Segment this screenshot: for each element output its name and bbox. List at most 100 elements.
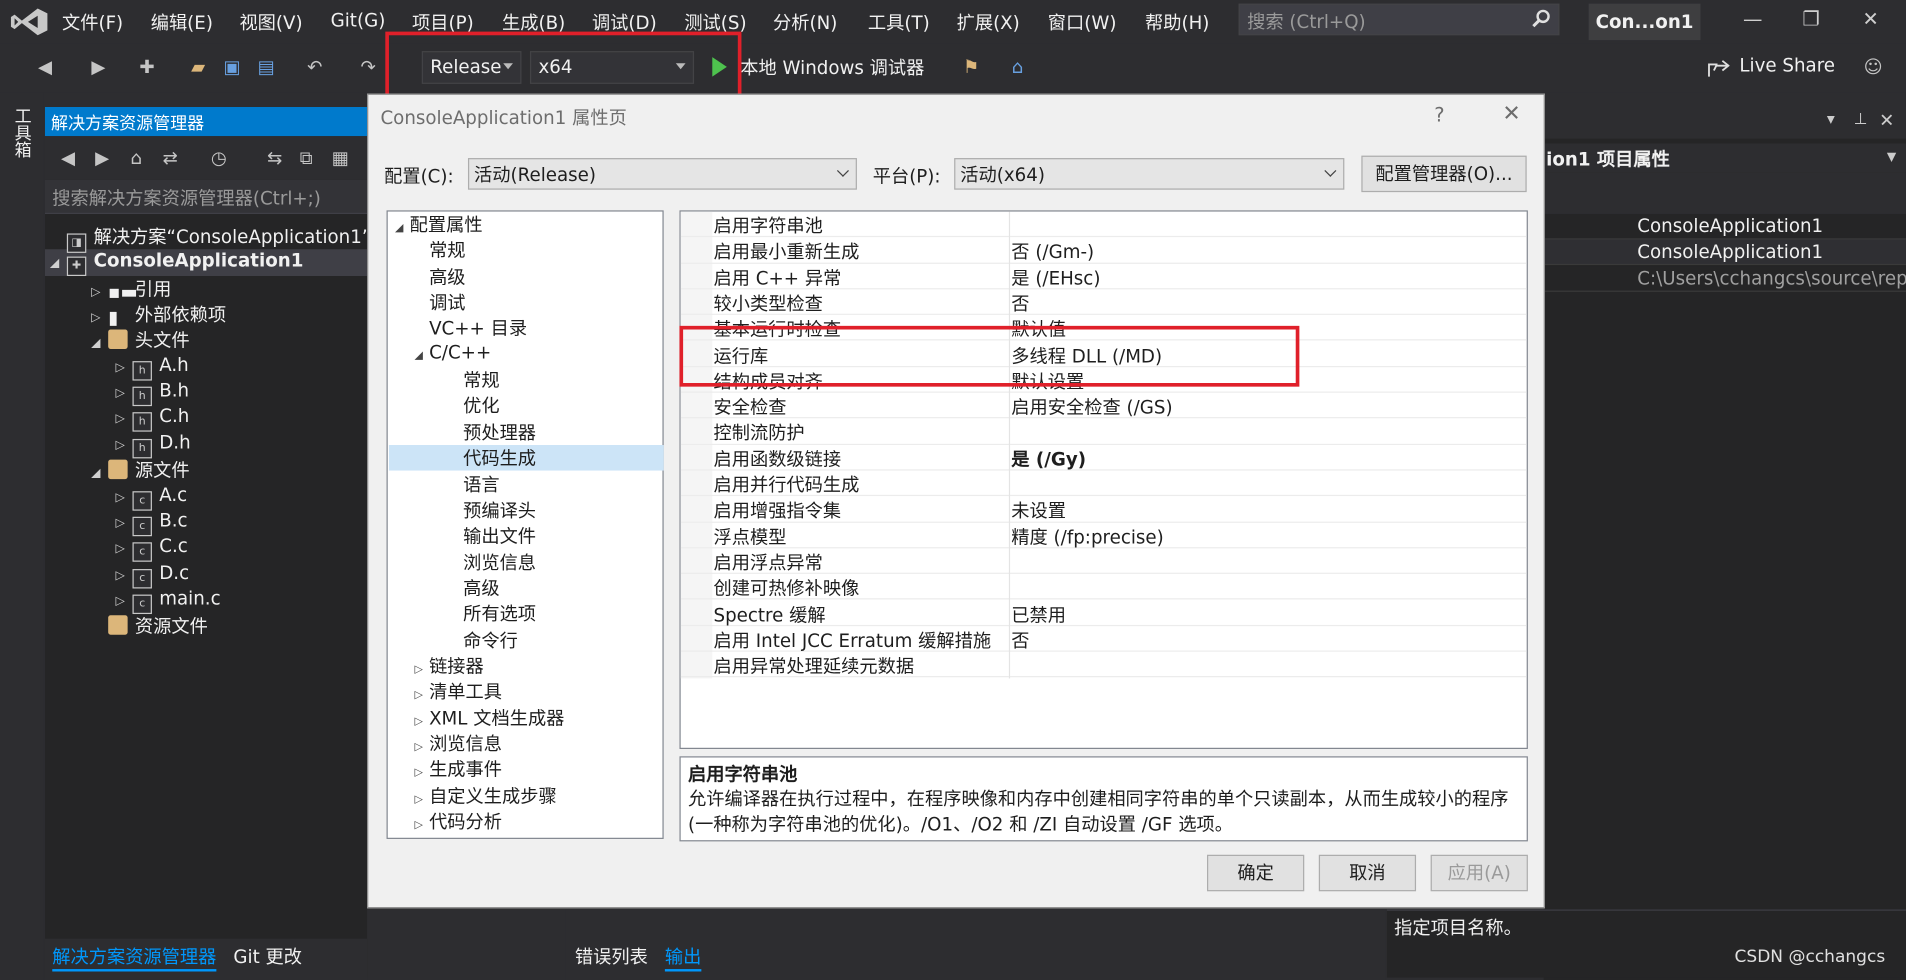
tree-item[interactable]: ▷ h B.h — [115, 379, 189, 407]
expand-chevron-icon[interactable]: ▷ — [115, 413, 132, 426]
solution-search-input[interactable]: 搜索解决方案资源管理器(Ctrl+;) — [44, 179, 368, 214]
property-value[interactable]: 否 (/Gm-) — [1011, 239, 1094, 265]
menu-item[interactable]: Git(G) — [331, 10, 386, 32]
category-item[interactable]: 所有选项 — [449, 601, 536, 627]
tree-item[interactable]: ▷ ▪▬引用 — [91, 276, 171, 302]
category-item[interactable]: ▷ 链接器 — [414, 653, 483, 679]
category-item[interactable]: ▷ 浏览信息 — [414, 731, 502, 757]
expand-chevron-icon[interactable]: ▷ — [414, 716, 429, 728]
category-item[interactable]: 命令行 — [449, 627, 518, 653]
pending-changes-filter-icon[interactable]: ◷ — [208, 147, 230, 169]
feedback-person-icon[interactable]: ☺ — [1862, 56, 1884, 78]
undo-icon[interactable]: ↶ — [304, 56, 326, 78]
category-item[interactable]: 常规 — [414, 238, 465, 264]
switch-views-icon[interactable]: ⇄ — [159, 147, 181, 169]
property-grid-row[interactable]: 浮点模型 精度 (/fp:precise) — [680, 522, 1527, 550]
expand-chevron-icon[interactable]: ▷ — [115, 387, 132, 400]
save-icon[interactable]: ▣ — [221, 56, 243, 78]
start-debugging-button[interactable]: 本地 Windows 调试器 — [740, 55, 924, 81]
navigate-back-icon[interactable]: ◀ — [34, 56, 56, 78]
property-value[interactable]: 是 (/Gy) — [1011, 446, 1086, 472]
property-value[interactable]: 精度 (/fp:precise) — [1011, 524, 1163, 550]
category-item[interactable]: VC++ 目录 — [414, 315, 527, 341]
property-value[interactable]: 否 — [1011, 627, 1029, 653]
category-item[interactable]: 预处理器 — [449, 419, 536, 445]
sync-icon[interactable]: ⇆ — [264, 147, 286, 169]
tree-item[interactable]: ◨ 解决方案“ConsoleApplication1”( — [50, 224, 378, 253]
tree-item[interactable]: ◢ ✚ ConsoleApplication1 — [50, 250, 304, 277]
tree-item[interactable]: ▷ h D.h — [115, 431, 191, 459]
cancel-button[interactable]: 取消 — [1318, 854, 1417, 892]
tree-item[interactable]: ▷ ▮ 外部依赖项 — [91, 302, 226, 328]
category-item[interactable]: ▷ 清单工具 — [414, 679, 502, 705]
property-grid-row[interactable]: 启用函数级链接 是 (/Gy) — [680, 445, 1527, 472]
expand-chevron-icon[interactable]: ◢ — [395, 223, 410, 235]
expand-chevron-icon[interactable]: ▷ — [91, 285, 108, 298]
property-grid-row[interactable]: 启用字符串池 — [680, 212, 1527, 238]
visual-studio-logo-icon[interactable] — [10, 7, 49, 36]
tab-solution-explorer[interactable]: 解决方案资源管理器 — [52, 944, 217, 972]
menu-item[interactable]: 扩展(X) — [957, 10, 1020, 36]
expand-chevron-icon[interactable]: ◢ — [50, 257, 67, 270]
solution-explorer-title[interactable]: 解决方案资源管理器 — [44, 106, 368, 137]
property-grid-row[interactable]: 创建可热修补映像 — [680, 574, 1527, 601]
property-grid-row[interactable]: 控制流防护 — [680, 419, 1527, 445]
apply-button[interactable]: 应用(A) — [1430, 854, 1528, 892]
expand-chevron-icon[interactable]: ▷ — [414, 742, 429, 754]
menu-item[interactable]: 工具(T) — [868, 10, 930, 36]
category-item[interactable]: 常规 — [449, 367, 499, 393]
close-window-icon[interactable]: ✕ — [1856, 7, 1885, 31]
expand-chevron-icon[interactable]: ▷ — [115, 594, 132, 607]
pin-dropdown-icon[interactable]: ▾ — [1827, 111, 1835, 129]
tree-item[interactable]: ◢ 头文件 — [91, 328, 190, 354]
expand-chevron-icon[interactable]: ▷ — [414, 664, 429, 676]
category-item[interactable]: 优化 — [449, 393, 499, 419]
expand-chevron-icon[interactable]: ▷ — [414, 794, 429, 806]
tree-item[interactable]: ▷ h C.h — [115, 405, 189, 433]
search-box[interactable]: 搜索 (Ctrl+Q) — [1238, 3, 1560, 36]
expand-chevron-icon[interactable]: ◢ — [414, 350, 429, 362]
browser-link-icon[interactable]: ⌂ — [1006, 56, 1028, 78]
property-grid-row[interactable]: 启用异常处理延续元数据 — [680, 652, 1527, 678]
tree-item[interactable]: ▷ c main.c — [115, 587, 221, 614]
category-item[interactable]: 调试 — [414, 289, 465, 315]
tree-item[interactable]: ◢ 源文件 — [91, 457, 190, 483]
show-all-files-icon[interactable]: ▦ — [329, 147, 351, 169]
expand-chevron-icon[interactable]: ▷ — [115, 543, 132, 556]
open-folder-icon[interactable]: ▰ — [187, 56, 209, 78]
category-item[interactable]: 语言 — [449, 471, 499, 497]
menu-item[interactable]: 文件(F) — [62, 10, 123, 36]
category-item[interactable]: 输出文件 — [449, 523, 536, 549]
properties-object-selector[interactable]: ion1 项目属性 ▼ — [1543, 143, 1906, 173]
menu-item[interactable]: 编辑(E) — [151, 10, 213, 36]
property-grid-row[interactable]: 安全检查 启用安全检查 (/GS) — [680, 393, 1527, 420]
property-grid-row[interactable]: 启用 Intel JCC Erratum 缓解措施否 — [680, 626, 1527, 653]
category-item[interactable]: ▷ 生成事件 — [414, 757, 502, 783]
tree-item[interactable]: ▷ h A.h — [115, 354, 189, 381]
menu-item[interactable]: 窗口(W) — [1048, 10, 1117, 36]
category-item[interactable]: ▷ XML 文档生成器 — [414, 705, 564, 731]
category-item[interactable]: 代码生成 — [449, 445, 536, 471]
expand-chevron-icon[interactable]: ▷ — [414, 820, 429, 832]
navigate-forward-icon[interactable]: ▶ — [88, 56, 110, 78]
property-grid-row[interactable]: 较小类型检查 否 — [680, 289, 1527, 316]
menu-item[interactable]: 视图(V) — [239, 10, 302, 36]
new-project-icon[interactable]: ✚ — [136, 56, 158, 78]
home-icon[interactable]: ⌂ — [125, 147, 147, 169]
expand-chevron-icon[interactable]: ▷ — [115, 361, 132, 374]
platform-select[interactable]: 活动(x64) — [954, 158, 1345, 190]
expand-chevron-icon[interactable]: ▷ — [115, 439, 132, 452]
property-value[interactable]: 启用安全检查 (/GS) — [1011, 394, 1172, 420]
toolbox-tab[interactable]: 工具箱 — [10, 107, 31, 158]
save-all-icon[interactable]: ▤ — [255, 56, 277, 78]
tree-item[interactable]: 资源文件 — [91, 613, 208, 639]
redo-icon[interactable]: ↷ — [357, 56, 379, 78]
menu-item[interactable]: 分析(N) — [773, 10, 837, 36]
property-row[interactable]: ConsoleApplication1 — [1543, 239, 1906, 266]
restore-icon[interactable]: ❐ — [1797, 7, 1826, 31]
property-grid-row[interactable]: 启用增强指令集 未设置 — [680, 496, 1527, 523]
category-item[interactable]: ▷ 自定义生成步骤 — [414, 783, 556, 809]
expand-chevron-icon[interactable]: ◢ — [91, 467, 108, 480]
category-item[interactable]: 高级 — [414, 263, 465, 289]
category-item[interactable]: 预编译头 — [449, 497, 536, 523]
